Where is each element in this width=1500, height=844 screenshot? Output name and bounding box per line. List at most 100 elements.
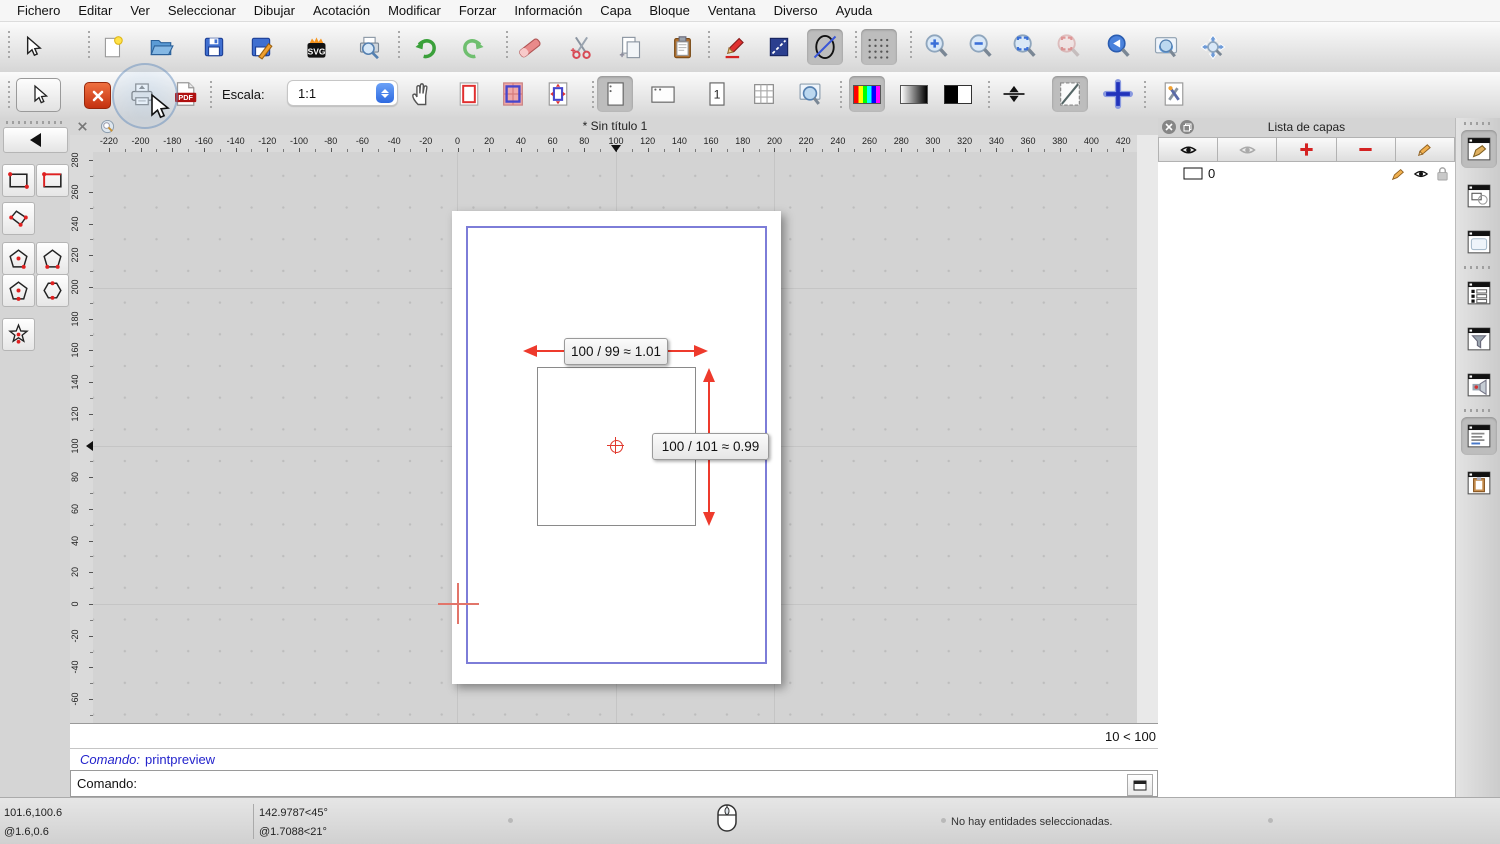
hide-all-layers-button[interactable] — [1218, 137, 1278, 162]
redo-button[interactable] — [455, 29, 491, 65]
window-icon — [1133, 780, 1147, 790]
copy-button[interactable] — [612, 29, 648, 65]
dock-command-line-button[interactable] — [1461, 417, 1497, 455]
redo-icon — [463, 39, 484, 59]
menu-bloque[interactable]: Bloque — [640, 3, 698, 18]
dim-h-left-arrowhead — [523, 345, 537, 357]
line-tool-button[interactable] — [761, 29, 797, 65]
palette-drag-handle[interactable] — [6, 121, 62, 124]
command-input-line[interactable]: Comando: — [70, 770, 1158, 797]
svg-export-button[interactable]: SVG — [298, 29, 334, 65]
layer-row[interactable]: 0 — [1158, 163, 1455, 184]
eye-icon — [1179, 146, 1197, 153]
menu-fichero[interactable]: Fichero — [8, 3, 69, 18]
rectangle-rotated-button[interactable] — [2, 202, 35, 235]
zoom-auto-button[interactable] — [1007, 29, 1043, 65]
edit-layer-button[interactable] — [1395, 137, 1456, 162]
dock-library-browser-button[interactable] — [1461, 223, 1497, 261]
menu-capa[interactable]: Capa — [591, 3, 640, 18]
preview-pointer-button[interactable] — [16, 78, 61, 112]
command-history-button[interactable] — [1127, 774, 1153, 796]
portrait-button[interactable] — [597, 76, 633, 112]
cut-button[interactable] — [563, 29, 599, 65]
layer-visible-eye-icon[interactable] — [1412, 167, 1430, 181]
dock-clipboard-button[interactable] — [1461, 464, 1497, 502]
grid-toggle-button[interactable] — [861, 29, 897, 65]
scale-combobox[interactable]: 1:1 — [287, 80, 398, 106]
blackwhite-print-button[interactable] — [940, 76, 976, 112]
menu-dibujar[interactable]: Dibujar — [245, 3, 304, 18]
menu-acotacion[interactable]: Acotación — [304, 3, 379, 18]
crosshair-button[interactable] — [1100, 76, 1136, 112]
erase-button[interactable] — [511, 29, 547, 65]
multi-page-button[interactable] — [746, 76, 782, 112]
undo-button[interactable] — [408, 29, 444, 65]
pan-hand-button[interactable] — [403, 76, 439, 112]
v-ruler-label: 180 — [70, 311, 80, 327]
close-print-preview-button[interactable] — [84, 82, 111, 109]
paper-border-button[interactable] — [451, 76, 487, 112]
menu-diverso[interactable]: Diverso — [765, 3, 827, 18]
menu-forzar[interactable]: Forzar — [450, 3, 506, 18]
open-file-button[interactable] — [143, 29, 179, 65]
stepper-icon[interactable] — [376, 83, 394, 103]
zoom-window-button[interactable] — [1148, 29, 1184, 65]
menu-informacion[interactable]: Información — [505, 3, 591, 18]
rectangle-2corners-button[interactable] — [2, 164, 35, 197]
paper-margins-button[interactable] — [495, 76, 531, 112]
star-tool-button[interactable] — [2, 318, 35, 351]
zoom-previous-button[interactable] — [1051, 29, 1087, 65]
fit-to-paper-button[interactable] — [540, 76, 576, 112]
polygon-center-side-button[interactable] — [2, 274, 35, 307]
color-print-button[interactable] — [849, 76, 885, 112]
pointer-icon — [26, 35, 42, 57]
h-ruler-label: 360 — [1020, 136, 1036, 146]
landscape-button[interactable] — [645, 76, 681, 112]
pointer-button[interactable] — [14, 29, 50, 65]
dock-property-list-button[interactable] — [1461, 274, 1497, 312]
remove-layer-button[interactable] — [1336, 137, 1396, 162]
dock-selection-filter-button[interactable] — [1461, 320, 1497, 358]
drawing-canvas[interactable]: 100 / 99 ≈ 1.01 100 / 101 ≈ 0.99 — [93, 152, 1137, 723]
new-file-button[interactable] — [95, 29, 131, 65]
polygon-2corners-button[interactable] — [36, 242, 69, 275]
zoom-in-button[interactable] — [919, 29, 955, 65]
hexagon-tool-button[interactable] — [36, 274, 69, 307]
dock-block-list-button[interactable] — [1461, 177, 1497, 215]
layer-edit-pencil-icon[interactable] — [1390, 166, 1406, 182]
settings-button[interactable] — [1156, 76, 1192, 112]
rectangle-corner-size-button[interactable] — [36, 164, 69, 197]
menu-seleccionar[interactable]: Seleccionar — [159, 3, 245, 18]
draw-pen-button[interactable] — [715, 29, 751, 65]
v-ruler-label: -40 — [70, 660, 80, 674]
grayscale-print-button[interactable] — [896, 76, 932, 112]
menu-modificar[interactable]: Modificar — [379, 3, 450, 18]
dock-command-options-button[interactable] — [1461, 366, 1497, 404]
menu-ventana[interactable]: Ventana — [699, 3, 765, 18]
h-ruler-label: 280 — [893, 136, 909, 146]
diagonal-line-button[interactable] — [1052, 76, 1088, 112]
dock-layer-list-button[interactable] — [1461, 130, 1497, 168]
zoom-back-button[interactable] — [1101, 29, 1137, 65]
polygon-center-corner-button[interactable] — [2, 242, 35, 275]
save-as-button[interactable] — [243, 29, 279, 65]
add-layer-button[interactable] — [1277, 137, 1337, 162]
palette-back-button[interactable] — [3, 127, 68, 153]
single-page-button[interactable]: 1 — [699, 76, 735, 112]
layer-name: 0 — [1208, 166, 1216, 181]
menu-editar[interactable]: Editar — [69, 3, 121, 18]
print-preview-button[interactable] — [351, 29, 387, 65]
dock-drag-handle[interactable] — [1464, 122, 1494, 125]
show-all-layers-button[interactable] — [1158, 137, 1219, 162]
fit-line-button[interactable] — [996, 76, 1032, 112]
menu-ayuda[interactable]: Ayuda — [827, 3, 882, 18]
zoom-pan-button[interactable] — [1195, 29, 1231, 65]
zoom-page-button[interactable] — [792, 76, 828, 112]
paste-button[interactable] — [664, 29, 700, 65]
layer-lock-icon[interactable] — [1436, 166, 1449, 181]
menu-ver[interactable]: Ver — [121, 3, 159, 18]
zoom-out-button[interactable] — [963, 29, 999, 65]
ellipse-tool-button[interactable] — [807, 29, 843, 65]
save-button[interactable] — [196, 29, 232, 65]
line-tool-icon — [769, 37, 789, 57]
